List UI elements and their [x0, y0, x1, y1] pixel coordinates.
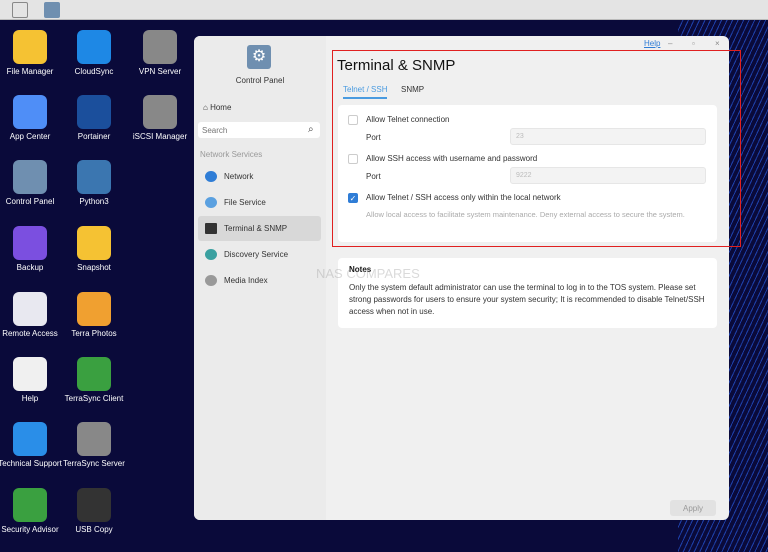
sidebar-item[interactable]: Discovery Service	[198, 242, 321, 267]
desktop-icon[interactable]: Snapshot	[62, 226, 126, 273]
app-icon	[13, 422, 47, 456]
app-icon	[13, 30, 47, 64]
app-icon	[13, 357, 47, 391]
app-label: File Manager	[6, 67, 54, 76]
notes-text: Only the system default administrator ca…	[349, 283, 705, 316]
desktop-icon[interactable]: iSCSI Manager	[128, 95, 192, 142]
desktop-icon[interactable]: Security Advisor	[0, 488, 62, 535]
minimize-button[interactable]: –	[668, 39, 672, 48]
desktop-icon[interactable]: Python3	[62, 160, 126, 207]
desktop-icon[interactable]: Control Panel	[0, 160, 62, 207]
app-icon	[13, 488, 47, 522]
control-panel-icon: ⚙	[247, 45, 271, 69]
app-icon	[77, 226, 111, 260]
app-label: App Center	[9, 132, 51, 141]
desktop-icon[interactable]: Portainer	[62, 95, 126, 142]
desktop-icon[interactable]: App Center	[0, 95, 62, 142]
sidebar-item[interactable]: Network	[198, 164, 321, 189]
app-label: Snapshot	[77, 263, 111, 272]
search-input[interactable]	[198, 122, 320, 138]
desktop-icon[interactable]: USB Copy	[62, 488, 126, 535]
app-icon	[143, 95, 177, 129]
sidebar-item-label: Discovery Service	[224, 250, 289, 259]
app-icon	[77, 30, 111, 64]
sidebar-item[interactable]: File Service	[198, 190, 321, 215]
app-label: TerraSync Server	[63, 459, 125, 468]
sidebar-item-label: Terminal & SNMP	[224, 224, 288, 233]
app-icon	[77, 488, 111, 522]
app-icon	[77, 422, 111, 456]
desktop-icon[interactable]: Remote Access	[0, 292, 62, 339]
app-label: Remote Access	[2, 329, 58, 338]
app-label: Terra Photos	[71, 329, 117, 338]
desktop-icon[interactable]: Backup	[0, 226, 62, 273]
sidebar-item[interactable]: Media Index	[198, 268, 321, 293]
desktop-icon[interactable]: Terra Photos	[62, 292, 126, 339]
app-label: USB Copy	[75, 525, 113, 534]
sidebar-item-icon	[205, 197, 217, 208]
sidebar-item-label: File Service	[224, 198, 266, 207]
app-icon	[13, 226, 47, 260]
app-icon	[13, 160, 47, 194]
app-label: Help	[21, 394, 39, 403]
desktop-icon[interactable]: TerraSync Server	[62, 422, 126, 469]
app-label: Portainer	[77, 132, 111, 141]
app-icon	[77, 160, 111, 194]
highlight-box	[332, 50, 741, 247]
sidebar-item-icon	[205, 249, 217, 260]
sidebar-item-label: Media Index	[224, 276, 268, 285]
app-label: Security Advisor	[1, 525, 59, 534]
app-label: TerraSync Client	[64, 394, 124, 403]
taskbar	[0, 0, 768, 20]
maximize-button[interactable]: ▫	[692, 39, 695, 48]
apply-button[interactable]: Apply	[670, 500, 716, 516]
app-label: VPN Server	[138, 67, 182, 76]
section-header: Network Services	[200, 150, 263, 159]
app-icon	[77, 95, 111, 129]
app-label: iSCSI Manager	[132, 132, 188, 141]
windows-icon[interactable]	[12, 2, 28, 18]
app-icon	[77, 357, 111, 391]
sidebar-item-icon	[205, 171, 217, 182]
app-icon	[143, 30, 177, 64]
app-label: Control Panel	[5, 197, 55, 206]
home-label: Home	[210, 103, 232, 112]
app-label: CloudSync	[74, 67, 114, 76]
desktop-icon[interactable]: File Manager	[0, 30, 62, 77]
sidebar: ⚙ Control Panel ⌂ Home ⌕ Network Service…	[194, 36, 326, 520]
help-link[interactable]: Help	[644, 39, 660, 48]
close-button[interactable]: ×	[715, 39, 720, 48]
desktop-icon[interactable]: VPN Server	[128, 30, 192, 77]
watermark: NAS COMPARES	[316, 266, 420, 281]
app-icon	[77, 292, 111, 326]
app-icon	[13, 95, 47, 129]
app-label: Python3	[79, 197, 109, 206]
desktop-icon[interactable]: CloudSync	[62, 30, 126, 77]
app-title: Control Panel	[235, 76, 285, 85]
sidebar-item-icon	[205, 275, 217, 286]
desktop-icon[interactable]: TerraSync Client	[62, 357, 126, 404]
home-link[interactable]: ⌂ Home	[203, 103, 231, 112]
sidebar-item-label: Network	[224, 172, 254, 181]
search-icon[interactable]: ⌕	[308, 124, 314, 135]
desktop-icon[interactable]: Technical Support	[0, 422, 62, 469]
app-icon	[13, 292, 47, 326]
app-label: Backup	[16, 263, 44, 272]
sidebar-item-icon	[205, 223, 217, 234]
app-label: Technical Support	[0, 459, 62, 468]
control-panel-icon[interactable]	[44, 2, 60, 18]
sidebar-item[interactable]: Terminal & SNMP	[198, 216, 321, 241]
desktop-icon[interactable]: Help	[0, 357, 62, 404]
